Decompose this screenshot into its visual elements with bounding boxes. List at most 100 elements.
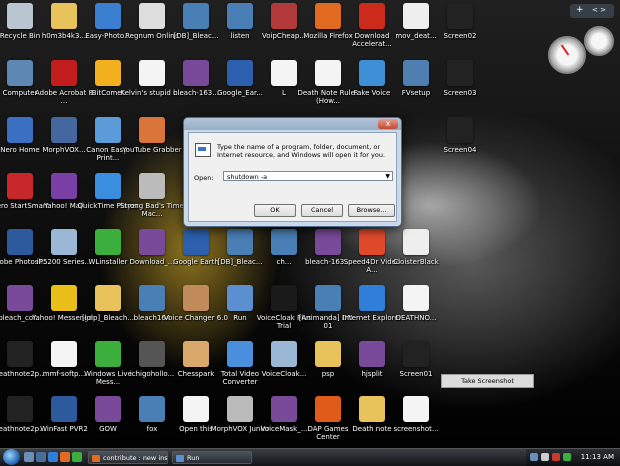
chess-icon: [183, 341, 209, 367]
play-icon: [359, 229, 385, 255]
video-converter-icon: [227, 341, 253, 367]
nero-icon: [7, 173, 33, 199]
security-icon[interactable]: [552, 453, 560, 461]
network-icon[interactable]: [530, 453, 538, 461]
desktop-icon-label: Screen03: [443, 89, 477, 97]
desktop-icon-label: YouTube Grabber: [122, 146, 182, 154]
document-icon: [403, 285, 429, 311]
folder-icon: [315, 341, 341, 367]
run-icon: [195, 143, 211, 157]
pvr-icon: [51, 396, 77, 422]
desktop-icon-52[interactable]: DEATHNO...: [384, 285, 448, 343]
phone-icon: [271, 3, 297, 29]
switch-windows-icon[interactable]: [36, 452, 46, 462]
quicktime-icon: [95, 173, 121, 199]
disk-icon: [183, 3, 209, 29]
firefox-quicklaunch-icon[interactable]: [60, 452, 70, 462]
setup-icon: [403, 60, 429, 86]
voice-changer-icon: [183, 285, 209, 311]
youtube-icon: [139, 117, 165, 143]
desktop-icon-26[interactable]: YouTube Grabber: [120, 117, 184, 175]
close-button[interactable]: x: [378, 119, 398, 129]
run-dialog: x Type the name of a program, folder, do…: [183, 117, 402, 227]
run-dialog-body: Type the name of a program, folder, docu…: [188, 132, 397, 222]
open-combobox[interactable]: shutdown -a ▼: [223, 171, 393, 181]
folder-icon: [51, 3, 77, 29]
desktop-icon-label: DEATHNO...: [395, 314, 437, 322]
browse-button[interactable]: Browse...: [348, 204, 395, 217]
desktop-icon-22[interactable]: Screen03: [428, 60, 492, 118]
document-icon: [51, 341, 77, 367]
screenshot-icon: [403, 341, 429, 367]
video-icon: [403, 3, 429, 29]
photoshop-icon: [7, 229, 33, 255]
sidebar-nav-buttons[interactable]: < >: [592, 6, 606, 14]
desktop-icon-42[interactable]: CloisterBlack: [384, 229, 448, 287]
firefox-icon: [92, 455, 100, 462]
document-icon: [271, 60, 297, 86]
take-screenshot-button[interactable]: Take Screenshot: [441, 374, 534, 388]
desktop-icon-label: screenshot...: [393, 425, 439, 433]
desktop-icon-label: Screen02: [443, 32, 477, 40]
disk-icon: [227, 3, 253, 29]
run-dialog-titlebar[interactable]: x: [184, 118, 401, 130]
desktop-icon-11[interactable]: Screen02: [428, 3, 492, 61]
archive-icon: [315, 229, 341, 255]
desktop-icon-label: CloisterBlack: [393, 258, 439, 266]
disk-icon: [139, 285, 165, 311]
mail-icon: [51, 173, 77, 199]
screenshot-icon: [447, 60, 473, 86]
printer-icon: [95, 117, 121, 143]
memory-gauge-icon: [584, 26, 614, 56]
archive-icon: [359, 341, 385, 367]
screenshot-icon: [447, 117, 473, 143]
archive-icon: [7, 285, 33, 311]
screenshot-icon: [7, 396, 33, 422]
run-icon: [227, 285, 253, 311]
yahoo-messenger-icon: [51, 285, 77, 311]
ie-quicklaunch-icon[interactable]: [48, 452, 58, 462]
font-icon: [403, 229, 429, 255]
document-icon: [183, 396, 209, 422]
taskbar: contribute : new ins... Run 11:13 AM: [0, 448, 620, 466]
desktop-icon-62[interactable]: Screen01: [384, 341, 448, 399]
archive-icon: [139, 229, 165, 255]
globe-icon: [95, 3, 121, 29]
bitcomet-icon: [95, 60, 121, 86]
taskbar-button-run[interactable]: Run: [172, 451, 252, 464]
run-description: Type the name of a program, folder, docu…: [217, 143, 386, 159]
vcp-icon: [271, 285, 297, 311]
sidebar-controls: + < >: [570, 4, 614, 18]
desktop-icon-label: Screen01: [399, 370, 433, 378]
show-desktop-icon[interactable]: [24, 452, 34, 462]
volume-icon[interactable]: [541, 453, 549, 461]
start-button[interactable]: [3, 449, 20, 465]
document-icon: [403, 396, 429, 422]
taskbar-button-contribute[interactable]: contribute : new ins...: [88, 451, 168, 464]
ok-button[interactable]: OK: [254, 204, 296, 217]
archive-icon: [95, 396, 121, 422]
sidebar-add-button[interactable]: +: [576, 5, 584, 15]
screenshot-icon: [7, 341, 33, 367]
game-icon: [139, 3, 165, 29]
desktop-icon-27[interactable]: Screen04: [428, 117, 492, 175]
printer-icon: [51, 229, 77, 255]
desktop-icon-72[interactable]: screenshot...: [384, 396, 448, 454]
task-label: Run: [187, 454, 200, 462]
cancel-button[interactable]: Cancel: [301, 204, 343, 217]
earth-icon: [183, 229, 209, 255]
computer-icon: [7, 60, 33, 86]
clock[interactable]: 11:13 AM: [581, 451, 614, 464]
download-icon: [359, 3, 385, 29]
media-quicklaunch-icon[interactable]: [72, 452, 82, 462]
image-icon: [139, 341, 165, 367]
recycle-bin-icon: [7, 3, 33, 29]
game-icon: [139, 173, 165, 199]
voice-icon: [359, 60, 385, 86]
archive-icon: [271, 396, 297, 422]
screenshot-icon: [447, 3, 473, 29]
chevron-down-icon[interactable]: ▼: [385, 172, 390, 182]
cpu-meter-gadget: [548, 26, 614, 76]
messenger-tray-icon[interactable]: [563, 453, 571, 461]
open-label: Open:: [194, 174, 214, 182]
